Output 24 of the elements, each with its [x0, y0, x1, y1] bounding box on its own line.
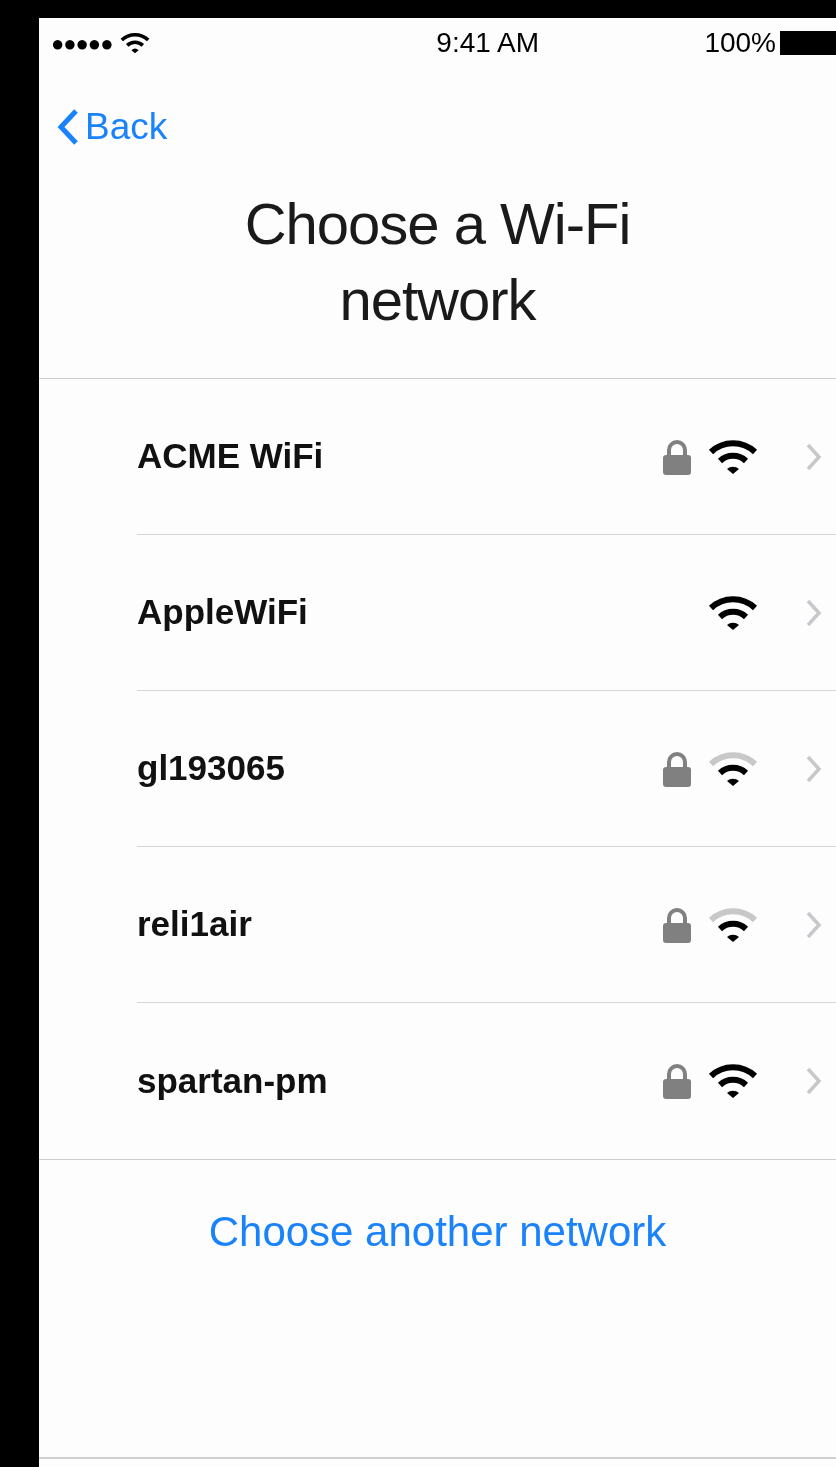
choose-another-network-link[interactable]: Choose another network [39, 1160, 836, 1303]
network-row[interactable]: ACME WiFi [137, 379, 836, 535]
clock-time: 9:41 AM [436, 27, 540, 58]
wifi-icon [120, 32, 151, 54]
network-name: spartan-pm [137, 1059, 329, 1102]
network-row[interactable]: gl193065 [137, 691, 836, 847]
network-row[interactable]: reli1air [137, 847, 836, 1003]
signal-dots: ●●●●● [51, 29, 113, 58]
chevron-icon [806, 910, 822, 939]
network-name: ACME WiFi [137, 435, 325, 478]
network-row[interactable]: spartan-pm [137, 1003, 836, 1159]
network-name: reli1air [137, 903, 253, 946]
battery-percent: 100% [704, 26, 776, 60]
page-title: Choose a Wi-Fi network [243, 190, 632, 334]
chevron-icon [806, 1067, 822, 1095]
network-row[interactable]: AppleWiFi [137, 535, 836, 691]
network-name: gl193065 [137, 747, 286, 790]
network-name: AppleWiFi [137, 591, 309, 634]
chevron-icon [806, 754, 822, 783]
back-button[interactable]: Back [57, 99, 168, 155]
back-chevron-icon [57, 108, 79, 146]
battery-icon [780, 31, 836, 55]
chevron-icon [806, 442, 822, 471]
chevron-icon [806, 598, 822, 627]
